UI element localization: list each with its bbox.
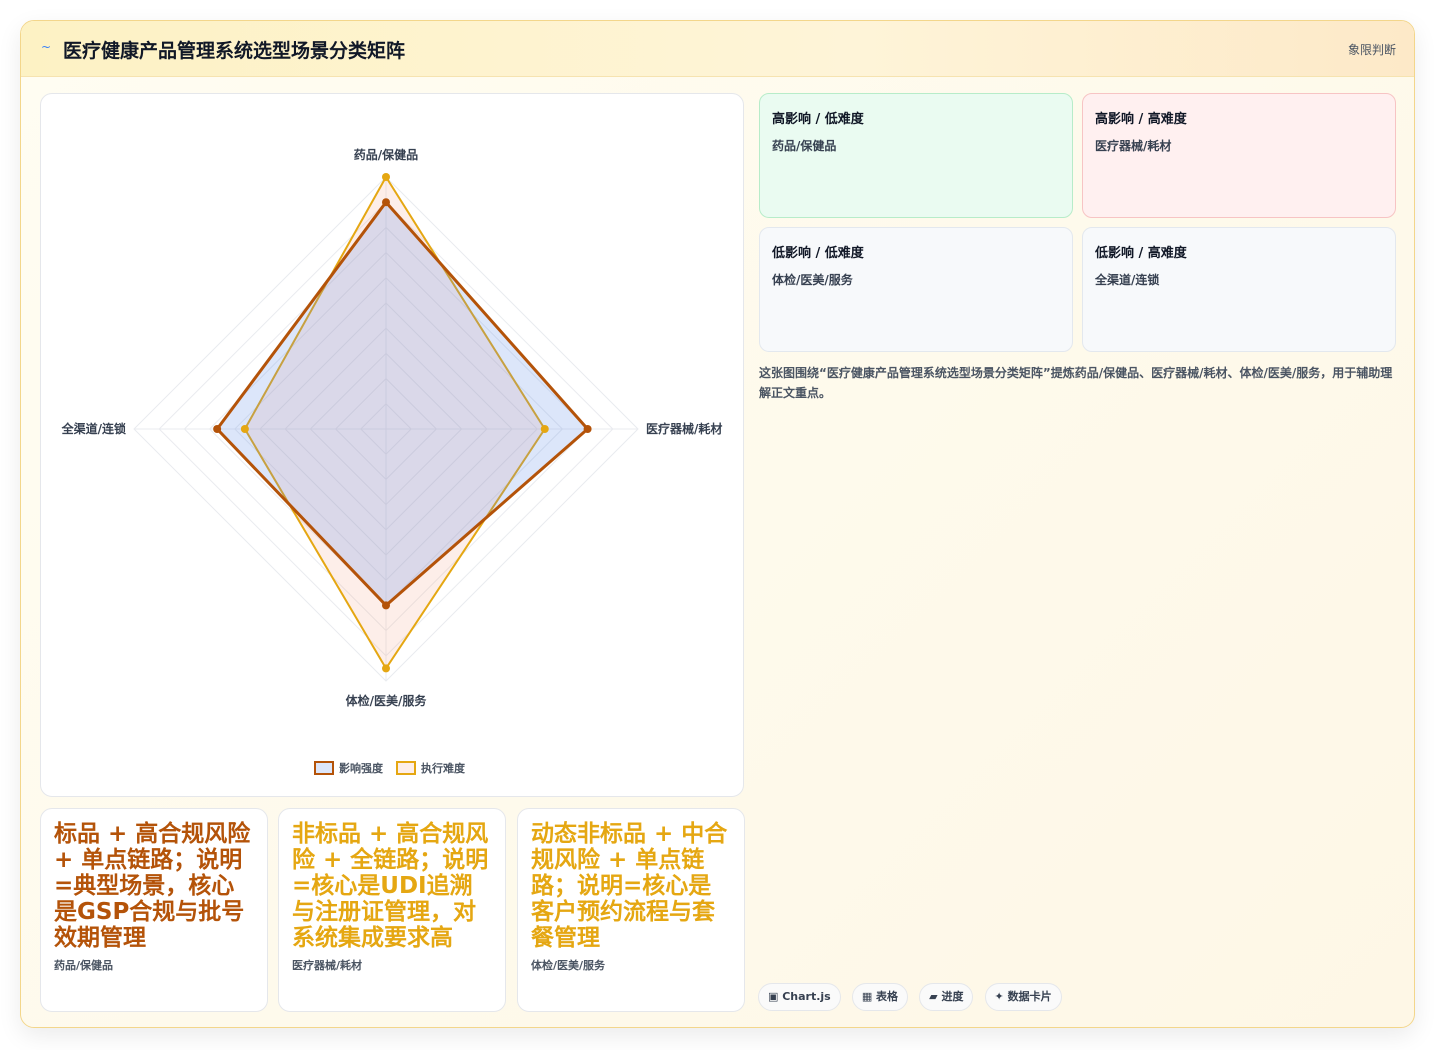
legend-label: 执行难度 — [421, 761, 466, 775]
series-area-impact — [215, 199, 590, 608]
legend-label: 影响强度 — [339, 761, 384, 775]
data-point — [382, 664, 390, 673]
logo-icon: ~ — [41, 40, 52, 54]
legend-swatch — [314, 761, 334, 775]
stat-card-text: 动态非标品 + 中合规风险 + 单点链路；说明=核心是客户预约流程与套餐管理 — [531, 821, 728, 951]
main-frame: ~ 医疗健康产品管理系统选型场景分类矩阵 象限判断 药品/保健品 医疗器械/耗材体… — [20, 20, 1415, 1028]
category-label: 药品/保健品 — [354, 147, 418, 162]
stat-card-label: 体检/医美/服务 — [531, 959, 606, 972]
quadrant-title: 低影响 / 低难度 — [772, 246, 864, 261]
quadrant-title: 高影响 / 低难度 — [772, 112, 864, 127]
quadrant-high-impact-high-difficulty: 高影响 / 高难度 医疗器械/耗材 — [1082, 93, 1396, 218]
quadrant-low-impact-low-difficulty: 低影响 / 低难度 体检/医美/服务 — [759, 227, 1073, 352]
data-point — [240, 425, 249, 433]
data-point — [382, 173, 390, 181]
stat-card-drugs: 标品 + 高合规风险 + 单点链路；说明=典型场景，核心是GSP合规与批号效期管… — [40, 808, 268, 1012]
category-label: 体检/医美/服务 — [346, 693, 428, 708]
stat-card-text: 标品 + 高合规风险 + 单点链路；说明=典型场景，核心是GSP合规与批号效期管… — [54, 821, 251, 951]
category-label: 医疗器械/耗材 — [646, 421, 722, 436]
quadrant-item: 医疗器械/耗材 — [1095, 139, 1172, 153]
chip-table[interactable]: ▦ 表格 — [851, 983, 909, 1011]
radar-chart-card: 药品/保健品医疗器械/耗材体检/医美/服务 全渠道/连锁影响强度 执行难度 — [40, 93, 744, 797]
data-point — [583, 425, 592, 433]
quadrant-high-impact-low-difficulty: 高影响 / 低难度 药品/保健品 — [759, 93, 1073, 218]
stat-card-label: 药品/保健品 — [54, 959, 114, 972]
quadrant-item: 药品/保健品 — [772, 139, 837, 153]
stat-card-label: 医疗器械/耗材 — [292, 959, 363, 972]
legend-swatch — [396, 761, 416, 775]
data-point — [213, 425, 222, 433]
quadrant-item: 体检/医美/服务 — [772, 273, 853, 287]
chip-chartjs[interactable]: ▣ Chart.js — [758, 983, 841, 1011]
header-tag: 象限判断 — [1347, 43, 1396, 57]
category-label: 全渠道/连锁 — [61, 421, 126, 436]
tech-chips: ▣ Chart.js ▦ 表格 ▰ 进度 ✦ 数据卡片 — [758, 983, 1068, 1013]
header: ~ 医疗健康产品管理系统选型场景分类矩阵 象限判断 — [21, 21, 1414, 77]
quadrant-title: 高影响 / 高难度 — [1095, 112, 1187, 127]
chip-progress[interactable]: ▰ 进度 — [919, 983, 974, 1011]
chip-data-card[interactable]: ✦ 数据卡片 — [984, 983, 1062, 1011]
page-title: 医疗健康产品管理系统选型场景分类矩阵 — [63, 40, 406, 62]
data-point — [382, 601, 390, 610]
stat-card-services: 动态非标品 + 中合规风险 + 单点链路；说明=核心是客户预约流程与套餐管理 体… — [517, 808, 745, 1012]
stat-card-text: 非标品 + 高合规风险 + 全链路；说明=核心是UDI追溯与注册证管理，对系统集… — [292, 821, 489, 951]
quadrant-title: 低影响 / 高难度 — [1095, 246, 1187, 261]
data-point — [382, 198, 390, 207]
data-point — [540, 425, 549, 433]
stat-card-devices: 非标品 + 高合规风险 + 全链路；说明=核心是UDI追溯与注册证管理，对系统集… — [278, 808, 506, 1012]
chart-description: 这张图围绕“医疗健康产品管理系统选型场景分类矩阵”提炼药品/保健品、医疗器械/耗… — [759, 366, 1393, 400]
quadrant-low-impact-high-difficulty: 低影响 / 高难度 全渠道/连锁 — [1082, 227, 1396, 352]
radar-chart: 药品/保健品医疗器械/耗材体检/医美/服务 全渠道/连锁影响强度 执行难度 — [61, 147, 722, 775]
quadrant-item: 全渠道/连锁 — [1095, 273, 1160, 287]
